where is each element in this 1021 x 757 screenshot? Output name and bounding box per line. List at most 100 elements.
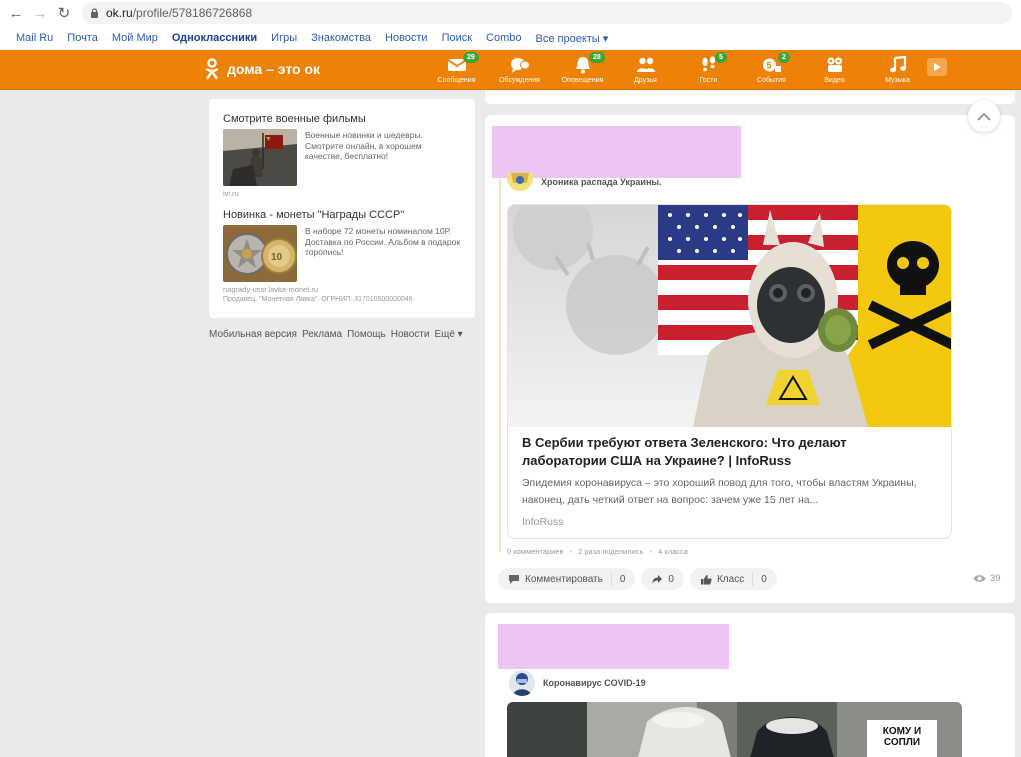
ad-source[interactable]: nagrady-ussr.lavka-monet.ru bbox=[223, 285, 461, 294]
eye-icon bbox=[973, 575, 986, 582]
divider bbox=[752, 572, 754, 586]
feed-post: Хроника распада Украины. В Сербии требую… bbox=[485, 115, 1015, 603]
lock-icon bbox=[90, 8, 100, 18]
url-path: /profile/578186726868 bbox=[132, 6, 253, 20]
views-count: 39 bbox=[990, 573, 1001, 584]
portal-link-moi-mir[interactable]: Мой Мир bbox=[112, 32, 158, 44]
comment-count: 0 bbox=[619, 573, 626, 585]
link-preview-card[interactable]: В Сербии требуют ответа Зеленского: Что … bbox=[507, 204, 952, 539]
comment-button[interactable]: Комментировать 0 bbox=[498, 568, 636, 590]
divider bbox=[610, 572, 612, 586]
redacted-author bbox=[498, 624, 729, 669]
ad-title[interactable]: Смотрите военные фильмы bbox=[223, 113, 461, 125]
chevron-up-icon bbox=[977, 112, 991, 121]
like-button[interactable]: Класс 0 bbox=[689, 568, 777, 590]
footer-link-news[interactable]: Новости bbox=[391, 329, 430, 340]
comments-count[interactable]: 0 комментариев bbox=[507, 547, 563, 556]
ad-source[interactable]: ivi.ru bbox=[223, 189, 461, 198]
ad-row[interactable]: Военные новинки и шедевры. Смотрите онла… bbox=[223, 129, 461, 186]
redacted-author bbox=[492, 126, 741, 178]
post-actions: Комментировать 0 0 Класс 0 bbox=[498, 568, 777, 590]
previous-post-tail bbox=[485, 91, 1015, 104]
group-avatar[interactable] bbox=[507, 173, 533, 191]
post-group[interactable]: Коронавирус COVID-19 bbox=[509, 670, 646, 696]
image-caption: КОМУ И СОПЛИ bbox=[882, 726, 922, 748]
toolbar-guests[interactable]: 5 Гости bbox=[677, 50, 740, 90]
ad-image-war-film[interactable] bbox=[223, 129, 297, 186]
ad-seller: Продавец: "Монетная Лавка". ОГРНИП: 3170… bbox=[223, 296, 413, 303]
feed-post: Коронавирус COVID-19 КОМУ И СОПЛИ bbox=[485, 613, 1015, 757]
footer-link-ads[interactable]: Реклама bbox=[302, 329, 342, 340]
ok-header: дома – это ок 29 Сообщения Обсуждения 28… bbox=[0, 50, 1021, 90]
portal-link-mailru[interactable]: Mail Ru bbox=[16, 32, 53, 44]
toolbar-label: Оповещения bbox=[561, 77, 604, 84]
music-note-icon bbox=[889, 56, 906, 73]
portal-links-bar: Mail Ru Почта Мой Мир Одноклассники Игры… bbox=[0, 26, 1021, 50]
footer-link-mobile[interactable]: Мобильная версия bbox=[209, 329, 297, 340]
toolbar-label: Обсуждения bbox=[499, 77, 540, 84]
events-badge: 2 bbox=[778, 52, 790, 63]
like-label: Класс bbox=[716, 573, 745, 585]
article-image[interactable] bbox=[508, 205, 952, 427]
guests-badge: 5 bbox=[715, 52, 727, 63]
browser-toolbar: ← → ↻ ok.ru/profile/578186726868 bbox=[0, 0, 1021, 26]
toolbar-notifications[interactable]: 28 Оповещения bbox=[551, 50, 614, 90]
portal-link-poisk[interactable]: Поиск bbox=[442, 32, 472, 44]
portal-link-znakomstva[interactable]: Знакомства bbox=[311, 32, 371, 44]
shares-count[interactable]: 2 раза поделились bbox=[578, 547, 643, 556]
ad-title[interactable]: Новинка - монеты "Награды СССР" bbox=[223, 209, 461, 221]
reload-icon[interactable]: ↻ bbox=[52, 1, 76, 25]
svg-text:5: 5 bbox=[766, 61, 771, 71]
share-button[interactable]: 0 bbox=[641, 568, 684, 590]
friends-icon bbox=[636, 57, 655, 72]
portal-link-combo[interactable]: Combo bbox=[486, 32, 521, 44]
forward-arrow-icon[interactable]: → bbox=[28, 1, 52, 25]
portal-link-odnoklassniki[interactable]: Одноклассники bbox=[172, 32, 257, 44]
ad-text[interactable]: В наборе 72 монеты номиналом 10Р. Достав… bbox=[305, 226, 461, 282]
footer-links: Мобильная версия Реклама Помощь Новости … bbox=[209, 329, 463, 340]
views-counter: 39 bbox=[973, 573, 1001, 584]
footer-link-help[interactable]: Помощь bbox=[347, 329, 386, 340]
header-toolbar: 29 Сообщения Обсуждения 28 Оповещения Др… bbox=[425, 50, 947, 90]
post-image[interactable]: КОМУ И СОПЛИ bbox=[507, 702, 962, 757]
post-group[interactable]: Хроника распада Украины. bbox=[507, 173, 662, 191]
article-source[interactable]: InfoRuss bbox=[522, 516, 563, 528]
toolbar-label: Гости bbox=[699, 77, 718, 84]
url-host: ok.ru bbox=[106, 6, 133, 20]
toolbar-music[interactable]: Музыка bbox=[866, 50, 929, 90]
separator-dot: • bbox=[569, 547, 573, 556]
scroll-to-top-button[interactable] bbox=[968, 100, 1000, 132]
music-player-play-icon[interactable] bbox=[927, 58, 947, 76]
group-name[interactable]: Хроника распада Украины. bbox=[541, 177, 662, 187]
ok-logo[interactable]: дома – это ок bbox=[205, 58, 320, 80]
messages-badge: 29 bbox=[463, 52, 479, 63]
toolbar-messages[interactable]: 29 Сообщения bbox=[425, 50, 488, 90]
comment-icon bbox=[509, 574, 519, 584]
ad-row[interactable]: 10 В наборе 72 монеты номиналом 10Р. Дос… bbox=[223, 225, 461, 282]
toolbar-events[interactable]: 5 2 События bbox=[740, 50, 803, 90]
toolbar-label: Музыка bbox=[885, 77, 910, 84]
address-bar[interactable]: ok.ru/profile/578186726868 bbox=[82, 2, 1012, 24]
ad-image-coins[interactable]: 10 bbox=[223, 225, 297, 282]
portal-link-igry[interactable]: Игры bbox=[271, 32, 297, 44]
toolbar-label: Сообщения bbox=[437, 77, 476, 84]
portal-link-all-projects[interactable]: Все проекты ▾ bbox=[536, 32, 609, 45]
toolbar-friends[interactable]: Друзья bbox=[614, 50, 677, 90]
group-name[interactable]: Коронавирус COVID-19 bbox=[543, 678, 646, 688]
like-count: 0 bbox=[761, 573, 767, 585]
article-title[interactable]: В Сербии требуют ответа Зеленского: Что … bbox=[522, 434, 922, 470]
toolbar-discussions[interactable]: Обсуждения bbox=[488, 50, 551, 90]
portal-link-pochta[interactable]: Почта bbox=[67, 32, 98, 44]
toolbar-label: Видео bbox=[824, 77, 845, 84]
toolbar-video[interactable]: Видео bbox=[803, 50, 866, 90]
footer-link-more[interactable]: Ещё ▾ bbox=[434, 329, 462, 340]
likes-count[interactable]: 4 класса bbox=[658, 547, 688, 556]
post-stats: 0 комментариев • 2 раза поделились • 4 к… bbox=[507, 547, 688, 556]
svg-text:10: 10 bbox=[271, 252, 283, 263]
page-content: Смотрите военные фильмы Военные новинки … bbox=[0, 91, 1021, 757]
portal-link-novosti[interactable]: Новости bbox=[385, 32, 428, 44]
ad-text[interactable]: Военные новинки и шедевры. Смотрите онла… bbox=[305, 130, 461, 186]
ok-logo-icon bbox=[205, 58, 219, 80]
group-avatar[interactable] bbox=[509, 670, 535, 696]
back-arrow-icon[interactable]: ← bbox=[4, 1, 28, 25]
